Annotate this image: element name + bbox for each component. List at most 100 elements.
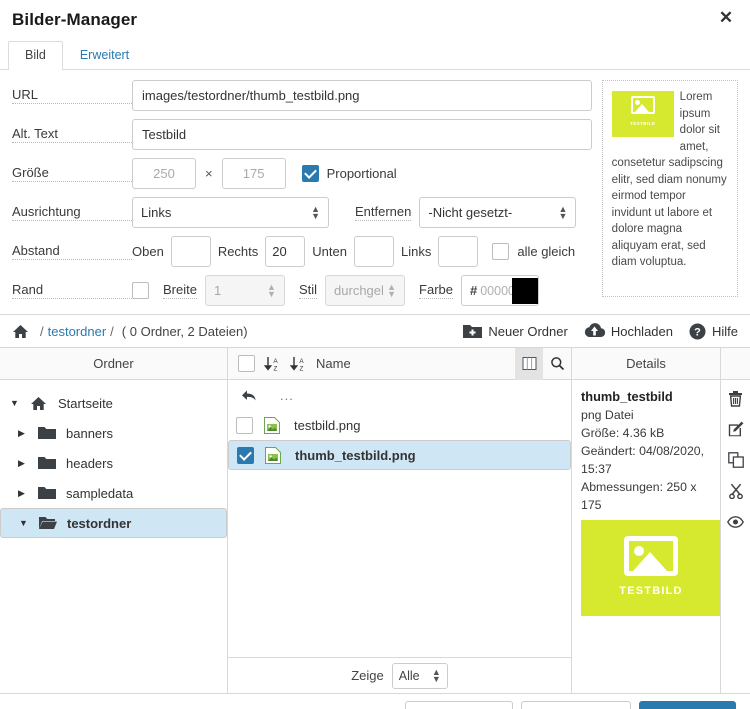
file-list: ... testbild.png thumb_testbild.png Zeig… bbox=[228, 380, 572, 694]
color-swatch[interactable] bbox=[512, 277, 538, 304]
folder-tree: ▼ Startseite ▶ banners ▶ headers ▶ sampl… bbox=[0, 380, 228, 694]
cut-icon[interactable] bbox=[728, 481, 744, 501]
border-color-value: 000000 bbox=[480, 283, 512, 298]
preview-thumb-label: TESTBILD bbox=[630, 120, 656, 126]
spacing-bottom-input[interactable] bbox=[353, 236, 394, 267]
sort-az-ascending-icon[interactable]: AZ bbox=[264, 356, 281, 372]
breadcrumb-actions: Neuer Ordner Hochladen ? Hilfe bbox=[463, 323, 738, 340]
image-preview-panel: TESTBILD Lorem ipsum dolor sit amet, con… bbox=[601, 80, 738, 297]
tree-node-sampledata[interactable]: ▶ sampledata bbox=[0, 478, 227, 508]
new-folder-button[interactable]: Neuer Ordner bbox=[463, 323, 568, 339]
table-row[interactable]: testbild.png bbox=[228, 410, 571, 440]
spacing-top-label: Oben bbox=[132, 244, 164, 259]
spacing-right-input[interactable] bbox=[265, 236, 306, 267]
column-header-name-area: AZ AZ Name bbox=[228, 348, 515, 380]
new-folder-icon bbox=[463, 325, 483, 338]
all-equal-checkbox[interactable] bbox=[492, 243, 510, 260]
tree-node-testordner[interactable]: ▼ testordner bbox=[0, 508, 227, 538]
preview-icon[interactable] bbox=[727, 512, 744, 532]
file-checkbox[interactable] bbox=[237, 446, 265, 464]
url-input[interactable] bbox=[132, 80, 592, 111]
home-icon[interactable] bbox=[12, 324, 29, 339]
svg-text:Z: Z bbox=[274, 365, 278, 372]
column-header-details: Details bbox=[626, 355, 666, 371]
manager-body: ▼ Startseite ▶ banners ▶ headers ▶ sampl… bbox=[0, 380, 750, 694]
upload-button[interactable]: Hochladen bbox=[584, 323, 673, 339]
search-icon[interactable] bbox=[543, 348, 571, 380]
file-name: thumb_testbild.png bbox=[295, 447, 416, 463]
alignment-select[interactable]: Links ▲ ▼ bbox=[132, 197, 329, 228]
border-width-select[interactable]: 1 ▲ ▼ bbox=[204, 275, 285, 306]
upload-cloud-icon bbox=[584, 323, 605, 338]
detail-dimensions: Abmessungen: 250 x 175 bbox=[581, 480, 697, 512]
insert-button[interactable]: ✔ Einfügen bbox=[638, 701, 736, 709]
chevron-right-icon[interactable]: ▶ bbox=[18, 458, 38, 469]
split-view-icon[interactable] bbox=[515, 347, 543, 380]
folder-open-icon bbox=[39, 516, 67, 530]
chevron-down-icon[interactable]: ▼ bbox=[10, 398, 30, 408]
breadcrumb-separator: / bbox=[40, 323, 44, 339]
border-enabled-checkbox[interactable] bbox=[132, 282, 149, 299]
remove-select[interactable]: -Nicht gesetzt- ▲ ▼ bbox=[419, 197, 577, 228]
back-arrow-icon[interactable] bbox=[236, 388, 264, 402]
alt-text-input[interactable] bbox=[132, 119, 592, 150]
sort-az-descending-icon[interactable]: AZ bbox=[290, 356, 307, 372]
file-actions-rail bbox=[720, 380, 750, 694]
form-fields: URL Alt. Text Größe × Proportional Ausri… bbox=[12, 80, 592, 306]
border-color-label: Farbe bbox=[419, 282, 453, 299]
image-file-icon bbox=[264, 416, 294, 434]
breadcrumb-folder-link[interactable]: testordner bbox=[48, 324, 107, 339]
filter-select[interactable]: Alle ▲ ▼ bbox=[391, 662, 448, 689]
height-input[interactable] bbox=[221, 158, 286, 189]
parent-folder-row[interactable]: ... bbox=[228, 380, 571, 410]
cancel-button[interactable]: ✕ Abbrechen bbox=[404, 701, 514, 709]
field-row-size: Größe × Proportional bbox=[12, 158, 592, 189]
detail-thumb-label: TESTBILD bbox=[619, 585, 683, 597]
field-row-border: Rand Breite 1 ▲ ▼ Stil durchgeh ▲ ▼ Farbe … bbox=[12, 275, 592, 306]
border-color-field[interactable]: # 000000 bbox=[461, 275, 539, 306]
tab-erweitert[interactable]: Erweitert bbox=[63, 41, 146, 70]
delete-icon[interactable] bbox=[728, 388, 743, 408]
file-checkbox[interactable] bbox=[236, 416, 264, 434]
tree-node-label: testordner bbox=[67, 515, 132, 531]
chevron-right-icon[interactable]: ▶ bbox=[18, 428, 38, 439]
tree-node-banners[interactable]: ▶ banners bbox=[0, 418, 227, 448]
tree-node-startseite[interactable]: ▼ Startseite bbox=[0, 388, 227, 418]
column-header-name: Name bbox=[316, 356, 351, 371]
spacing-top-input[interactable] bbox=[170, 236, 211, 267]
width-input[interactable] bbox=[132, 158, 196, 189]
spacing-label: Abstand bbox=[12, 243, 132, 260]
tree-node-headers[interactable]: ▶ headers bbox=[0, 448, 227, 478]
chevron-updown-icon: ▲ ▼ bbox=[387, 281, 397, 299]
preview-thumbnail: TESTBILD bbox=[611, 91, 674, 137]
file-list-footer: Zeige Alle ▲ ▼ bbox=[228, 657, 571, 693]
close-icon[interactable]: ✕ bbox=[714, 6, 738, 30]
copy-icon[interactable] bbox=[727, 450, 744, 470]
column-header-actions-spacer bbox=[720, 347, 750, 380]
alignment-label: Ausrichtung bbox=[12, 204, 132, 221]
select-all-checkbox[interactable] bbox=[238, 355, 255, 372]
details-panel: thumb_testbild png Datei Größe: 4.36 kB … bbox=[572, 380, 721, 694]
breadcrumb: / testordner / ( 0 Ordner, 2 Dateien) Ne… bbox=[0, 314, 750, 348]
border-style-select[interactable]: durchgeh ▲ ▼ bbox=[325, 275, 406, 306]
breadcrumb-counts: ( 0 Ordner, 2 Dateien) bbox=[121, 323, 248, 339]
tree-node-label: headers bbox=[66, 455, 113, 471]
detail-thumbnail[interactable]: TESTBILD bbox=[581, 520, 721, 616]
chevron-updown-icon: ▲ ▼ bbox=[558, 203, 568, 221]
tab-bild[interactable]: Bild bbox=[8, 41, 63, 70]
rename-icon[interactable] bbox=[728, 419, 744, 439]
url-label: URL bbox=[12, 87, 132, 104]
column-headers: Ordner AZ AZ Name Details bbox=[0, 347, 750, 380]
chevron-right-icon[interactable]: ▶ bbox=[18, 488, 38, 499]
spacing-right-label: Rechts bbox=[217, 244, 259, 259]
chevron-down-icon[interactable]: ▼ bbox=[19, 518, 39, 528]
spacing-left-input[interactable] bbox=[438, 236, 479, 267]
proportional-checkbox[interactable] bbox=[301, 165, 319, 182]
show-label: Zeige bbox=[351, 668, 384, 683]
spacing-left-label: Links bbox=[400, 244, 432, 259]
reload-button[interactable]: Neu laden bbox=[521, 701, 631, 709]
help-button[interactable]: ? Hilfe bbox=[689, 323, 738, 340]
table-row[interactable]: thumb_testbild.png bbox=[228, 440, 571, 470]
border-width-value: 1 bbox=[213, 283, 222, 298]
border-style-value: durchgeh bbox=[334, 283, 384, 298]
